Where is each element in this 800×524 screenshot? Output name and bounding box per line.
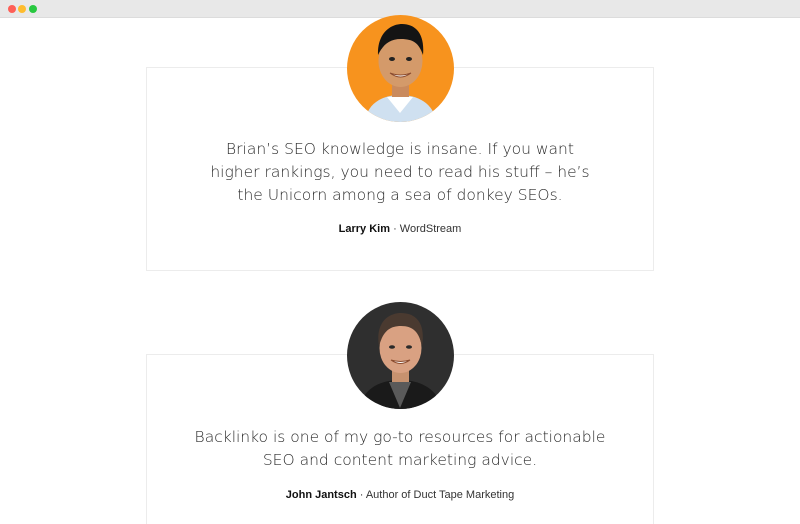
avatar-larry-kim — [347, 15, 454, 122]
author-company: WordStream — [399, 223, 462, 235]
avatar-john-jantsch — [347, 302, 454, 409]
author-name: John Jantsch — [285, 489, 357, 501]
testimonial-quote-2: Backlinko is one of my go-to resources f… — [194, 428, 606, 469]
testimonial-quote-1: Brian’s SEO knowledge is insane. If you … — [210, 140, 590, 204]
maximize-window-button[interactable] — [29, 5, 37, 13]
testimonial-attribution-2: John Jantsch · Author of Duct Tape Marke… — [146, 489, 654, 501]
testimonial-attribution-1: Larry Kim · WordStream — [146, 223, 654, 235]
minimize-window-button[interactable] — [18, 5, 26, 13]
author-company: Author of Duct Tape Marketing — [365, 489, 515, 501]
attribution-separator: · — [390, 223, 400, 235]
attribution-separator: · — [356, 489, 366, 501]
author-name: Larry Kim — [338, 223, 391, 235]
close-window-button[interactable] — [8, 5, 16, 13]
